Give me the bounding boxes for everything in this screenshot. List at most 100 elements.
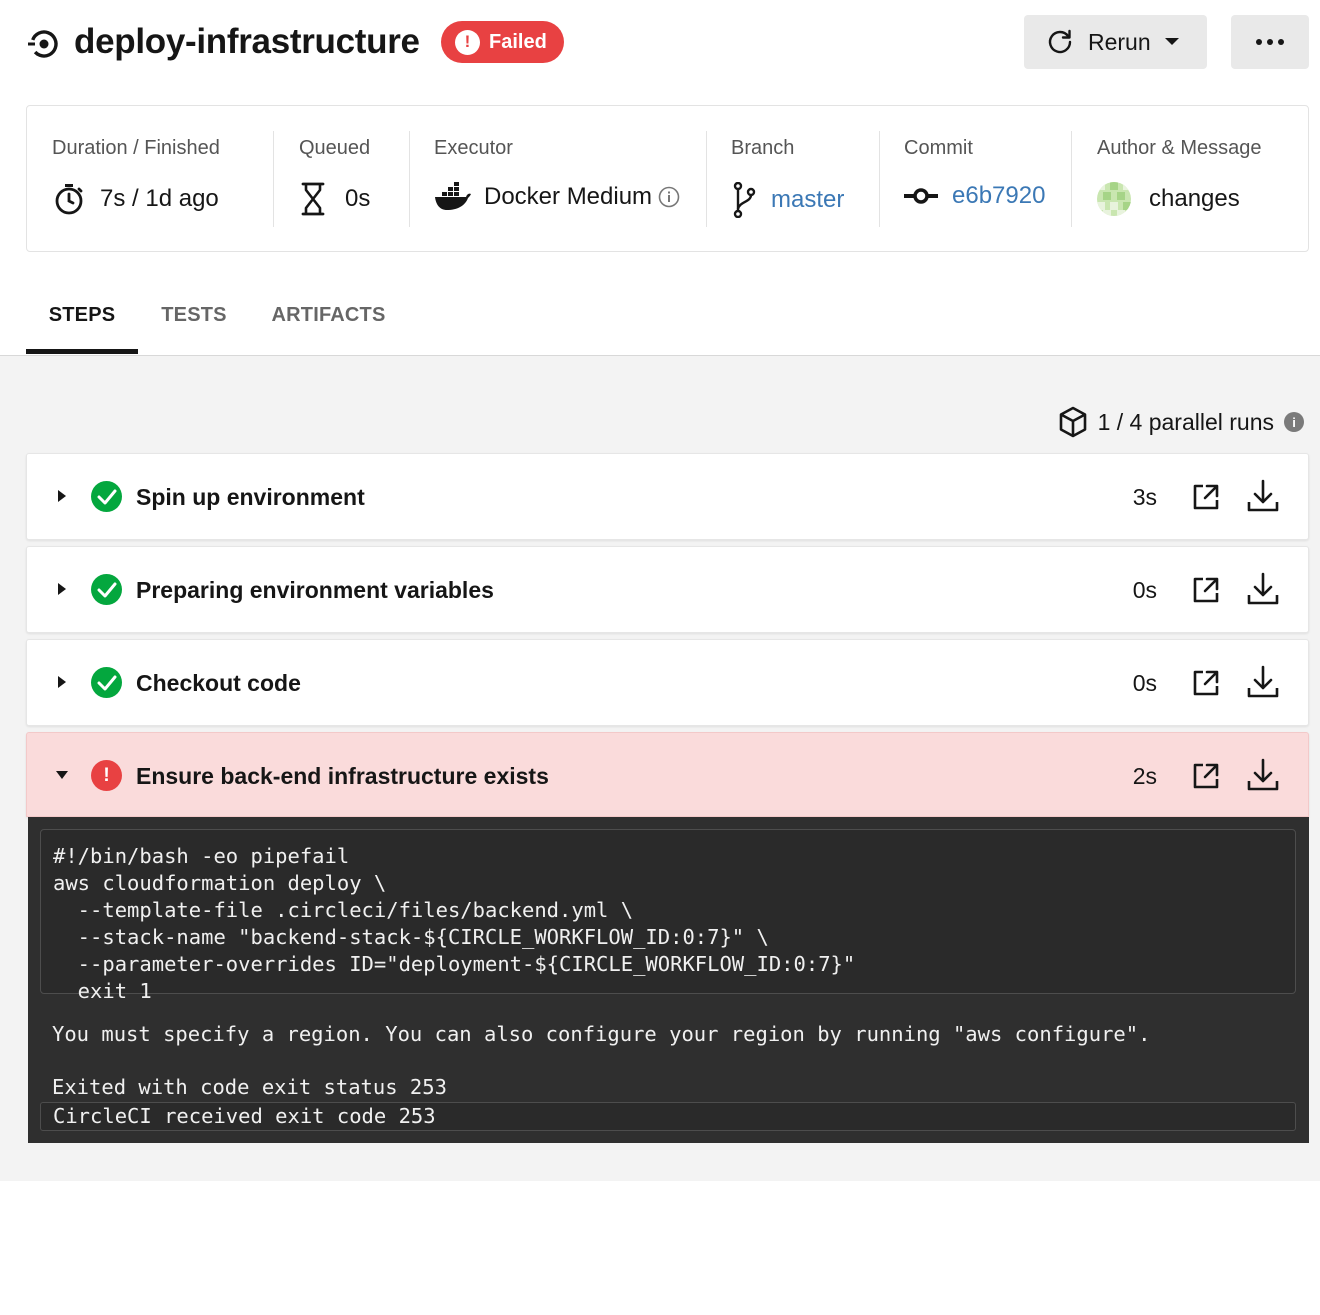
step-duration: 0s [1132, 577, 1157, 603]
error-icon: ! [91, 760, 122, 791]
command-line: --template-file .circleci/files/backend.… [53, 898, 634, 922]
dot-icon [1267, 39, 1273, 45]
tab-artifacts[interactable]: ARTIFACTS [260, 282, 397, 354]
commit-link[interactable]: e6b7920 [952, 182, 1045, 210]
queued-value: 0s [345, 185, 371, 212]
step-row[interactable]: Preparing environment variables 0s [26, 546, 1309, 633]
duration-label: Duration / Finished [52, 137, 220, 159]
job-info-panel: Duration / Finished 7s / 1d ago Queued 0… [26, 105, 1309, 252]
step-duration: 2s [1132, 763, 1157, 789]
download-icon[interactable] [1245, 478, 1281, 514]
divider [879, 131, 880, 227]
duration-value: 7s / 1d ago [100, 185, 219, 212]
queued-info: Queued 0s [299, 106, 409, 251]
cube-icon [1059, 406, 1086, 438]
caret-right-icon [58, 583, 66, 595]
divider [409, 131, 410, 227]
step-duration: 0s [1132, 670, 1157, 696]
executor-value: Docker Medium [484, 183, 653, 210]
step-row[interactable]: Spin up environment 3s [26, 453, 1309, 540]
status-badge: ! Failed [441, 21, 564, 63]
author-value-row: changes [1097, 182, 1240, 216]
exit-status-line: Exited with code exit status 253 [52, 1075, 447, 1099]
step-name: Spin up environment [136, 484, 365, 510]
rerun-label: Rerun [1088, 28, 1151, 55]
alert-icon: ! [455, 29, 480, 55]
final-exit-line: CircleCI received exit code 253 [40, 1102, 1296, 1131]
external-link-icon[interactable] [1190, 760, 1222, 792]
executor-info: Executor Docker Medium [434, 106, 704, 251]
commit-message: changes [1149, 185, 1240, 212]
duration-info: Duration / Finished 7s / 1d ago [52, 106, 272, 251]
more-options-button[interactable] [1231, 15, 1309, 69]
stopwatch-icon [55, 184, 83, 215]
branch-link[interactable]: master [771, 186, 844, 214]
tab-steps[interactable]: STEPS [26, 282, 138, 354]
caret-right-icon [58, 676, 66, 688]
commit-label: Commit [904, 137, 973, 159]
download-icon[interactable] [1245, 664, 1281, 700]
success-check-icon [91, 574, 122, 605]
tab-bar: STEPS TESTS ARTIFACTS [0, 282, 1320, 356]
executor-label: Executor [434, 137, 513, 159]
step-row-failed[interactable]: ! Ensure back-end infrastructure exists … [26, 732, 1309, 817]
dot-icon [1278, 39, 1284, 45]
tab-tests[interactable]: TESTS [144, 282, 244, 354]
caret-right-icon [58, 490, 66, 502]
commit-value-row: e6b7920 [904, 182, 1045, 210]
commit-info: Commit e6b7920 [904, 106, 1074, 251]
command-line: exit 1 [53, 979, 152, 1003]
download-icon[interactable] [1245, 571, 1281, 607]
docker-whale-icon [435, 182, 471, 210]
step-duration: 3s [1132, 484, 1157, 510]
refresh-icon [1048, 29, 1072, 54]
author-info: Author & Message changes [1097, 106, 1297, 251]
rerun-button[interactable]: Rerun [1024, 15, 1207, 69]
command-lines: #!/bin/bash -eo pipefail aws cloudformat… [53, 843, 855, 1005]
status-label: Failed [489, 30, 547, 53]
git-branch-icon [733, 182, 756, 218]
external-link-icon[interactable] [1190, 481, 1222, 513]
divider [706, 131, 707, 227]
branch-info: Branch master [731, 106, 881, 251]
git-commit-icon [904, 188, 938, 204]
step-name: Preparing environment variables [136, 577, 494, 603]
command-line: --stack-name "backend-stack-${CIRCLE_WOR… [53, 925, 769, 949]
terminal-output[interactable]: #!/bin/bash -eo pipefail aws cloudformat… [28, 817, 1309, 1143]
download-icon[interactable] [1245, 757, 1281, 793]
info-icon[interactable]: i [1284, 412, 1304, 432]
success-check-icon [91, 481, 122, 512]
steps-panel: 1 / 4 parallel runs i Spin up environmen… [0, 356, 1320, 1181]
step-name: Ensure back-end infrastructure exists [136, 763, 549, 789]
parallel-runs-selector[interactable]: 1 / 4 parallel runs i [1058, 406, 1304, 438]
parallel-runs-label: 1 / 4 parallel runs [1097, 408, 1274, 435]
divider [1071, 131, 1072, 227]
branch-label: Branch [731, 137, 795, 159]
queued-label: Queued [299, 137, 371, 159]
command-block: #!/bin/bash -eo pipefail aws cloudformat… [40, 829, 1296, 1003]
step-row[interactable]: Checkout code 0s [26, 639, 1309, 726]
executor-value-row: Docker Medium [434, 182, 680, 212]
step-name: Checkout code [136, 670, 301, 696]
caret-down-icon [56, 771, 68, 779]
command-line: aws cloudformation deploy \ [53, 871, 387, 895]
page-title: deploy-infrastructure [74, 22, 420, 61]
author-label: Author & Message [1097, 137, 1262, 159]
avatar [1097, 182, 1131, 216]
branch-value-row: master [731, 182, 844, 218]
queued-value-row: 0s [299, 182, 370, 216]
duration-value-row: 7s / 1d ago [52, 182, 219, 216]
dot-icon [1256, 39, 1262, 45]
success-check-icon [91, 667, 122, 698]
error-output-line: You must specify a region. You can also … [52, 1022, 1151, 1046]
hourglass-icon [301, 182, 325, 216]
final-exit-text: CircleCI received exit code 253 [53, 1104, 436, 1128]
chevron-down-icon [1164, 38, 1179, 45]
divider [273, 131, 274, 227]
external-link-icon[interactable] [1190, 574, 1222, 606]
command-line: --parameter-overrides ID="deployment-${C… [53, 952, 856, 976]
external-link-icon[interactable] [1190, 667, 1222, 699]
job-circle-icon [28, 30, 58, 58]
info-outline-icon[interactable] [658, 186, 680, 208]
command-line: #!/bin/bash -eo pipefail [53, 844, 350, 868]
